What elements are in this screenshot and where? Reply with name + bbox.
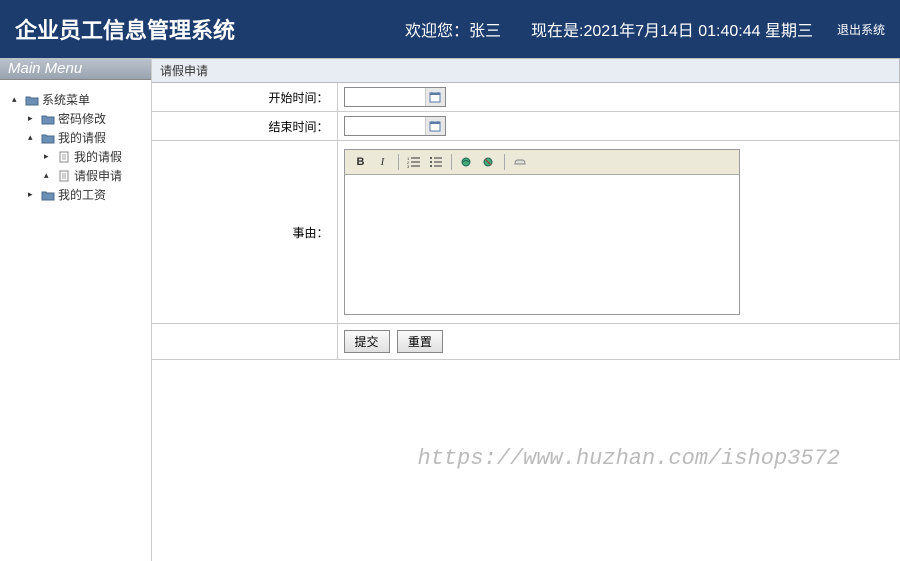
svg-text:3: 3 — [407, 164, 410, 168]
start-time-field[interactable] — [344, 87, 446, 107]
logout-link[interactable]: 退出系统 — [837, 21, 885, 38]
tree-toggle-icon[interactable]: ▸ — [28, 113, 38, 124]
end-time-field[interactable] — [344, 116, 446, 136]
unordered-list-button[interactable] — [426, 153, 446, 171]
rich-editor: B I 123 — [344, 145, 894, 319]
folder-icon — [40, 188, 56, 202]
tree-toggle-icon[interactable]: ▸ — [44, 151, 54, 162]
folder-icon — [24, 93, 40, 107]
welcome-text: 欢迎您：张三 — [405, 17, 501, 41]
file-icon — [56, 150, 72, 164]
calendar-icon[interactable] — [425, 117, 445, 135]
tree-item-4[interactable]: ▴ 请假申请 — [4, 166, 147, 185]
leave-form: 开始时间： 结束时间： — [152, 83, 900, 360]
start-time-label: 开始时间： — [152, 83, 337, 112]
tree-label: 我的工资 — [58, 186, 106, 203]
tree-label: 我的请假 — [74, 148, 122, 165]
username: 张三 — [469, 23, 501, 40]
file-icon — [56, 169, 72, 183]
end-time-input[interactable] — [345, 117, 425, 135]
tree-label: 系统菜单 — [42, 91, 90, 108]
content-area: 请假申请 开始时间： 结束时间： — [152, 58, 900, 561]
panel-title: 请假申请 — [152, 58, 900, 83]
tree-item-0[interactable]: ▴ 系统菜单 — [4, 90, 147, 109]
tree-label: 我的请假 — [58, 129, 106, 146]
submit-button[interactable]: 提交 — [344, 330, 390, 353]
toolbar-separator — [398, 154, 399, 170]
folder-icon — [40, 131, 56, 145]
toolbar-separator — [451, 154, 452, 170]
sidebar-title: Main Menu — [0, 58, 151, 80]
unlink-button[interactable] — [479, 153, 499, 171]
end-time-label: 结束时间： — [152, 112, 337, 141]
folder-icon — [40, 112, 56, 126]
bold-button[interactable]: B — [351, 153, 371, 171]
toolbar-separator — [504, 154, 505, 170]
link-button[interactable] — [457, 153, 477, 171]
app-header: 企业员工信息管理系统 欢迎您：张三 现在是:2021年7月14日 01:40:4… — [0, 0, 900, 58]
tree-toggle-icon[interactable]: ▴ — [28, 132, 38, 143]
calendar-icon[interactable] — [425, 88, 445, 106]
nav-tree: ▴ 系统菜单 ▸ 密码修改 ▴ 我的请假 ▸ 我的请假 ▴ 请假申请 ▸ 我的工资 — [0, 80, 151, 214]
reset-button[interactable]: 重置 — [397, 330, 443, 353]
tree-toggle-icon[interactable]: ▴ — [12, 94, 22, 105]
tree-toggle-icon[interactable]: ▴ — [44, 170, 54, 181]
app-title: 企业员工信息管理系统 — [15, 13, 235, 45]
tree-label: 请假申请 — [74, 167, 122, 184]
ordered-list-button[interactable]: 123 — [404, 153, 424, 171]
italic-button[interactable]: I — [373, 153, 393, 171]
reason-label: 事由： — [152, 141, 337, 324]
sidebar: Main Menu ▴ 系统菜单 ▸ 密码修改 ▴ 我的请假 ▸ 我的请假 ▴ 请假申请 ▸ 我的工资 — [0, 58, 152, 561]
about-button[interactable] — [510, 153, 530, 171]
datetime-text: 现在是:2021年7月14日 01:40:44 星期三 — [531, 17, 813, 41]
editor-toolbar: B I 123 — [344, 149, 740, 175]
tree-toggle-icon[interactable]: ▸ — [28, 189, 38, 200]
start-time-input[interactable] — [345, 88, 425, 106]
tree-label: 密码修改 — [58, 110, 106, 127]
editor-textarea[interactable] — [344, 175, 740, 315]
tree-item-1[interactable]: ▸ 密码修改 — [4, 109, 147, 128]
tree-item-5[interactable]: ▸ 我的工资 — [4, 185, 147, 204]
tree-item-2[interactable]: ▴ 我的请假 — [4, 128, 147, 147]
tree-item-3[interactable]: ▸ 我的请假 — [4, 147, 147, 166]
